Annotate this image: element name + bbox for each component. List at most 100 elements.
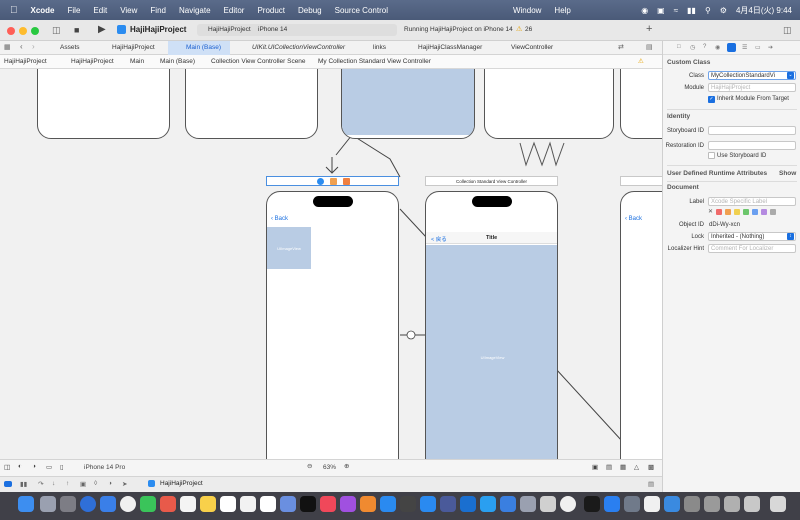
sidebar-toggle-icon[interactable]: ◫ (52, 25, 61, 36)
location-icon[interactable]: ➤ (122, 480, 127, 488)
help-inspector-icon[interactable]: ? (703, 44, 706, 50)
warning-icon[interactable]: ⚠ (516, 25, 522, 33)
podcasts-icon[interactable] (340, 496, 356, 512)
menu-source-control[interactable]: Source Control (335, 6, 388, 15)
swatch-gray[interactable] (770, 209, 777, 215)
attributes-inspector-icon[interactable]: ☰ (742, 44, 747, 51)
menu-help[interactable]: Help (554, 6, 570, 15)
app-store-icon[interactable] (420, 496, 436, 512)
identity-inspector-icon[interactable] (727, 43, 736, 52)
first-responder-icon[interactable] (330, 178, 337, 185)
scene2-phone[interactable]: < 戻る Title UIImageView (425, 191, 558, 459)
connections-inspector-icon[interactable]: ➔ (768, 44, 773, 51)
scene-top-3-imageview[interactable] (342, 69, 474, 135)
scene2-imageview[interactable]: UIImageView (426, 245, 557, 459)
back-button[interactable]: ‹ Back (271, 216, 288, 222)
swatch-blue[interactable] (752, 209, 759, 215)
size-inspector-icon[interactable]: ▭ (755, 44, 761, 51)
menu-edit[interactable]: Edit (93, 6, 107, 15)
debug-target[interactable]: HajiHajiProject (160, 480, 203, 487)
inherit-checkbox[interactable]: ✓ (708, 96, 715, 103)
jump-warning-icon[interactable]: ⚠ (638, 55, 644, 69)
scene1-phone[interactable]: ‹ Back UIImageView (266, 191, 399, 459)
messages-icon[interactable] (140, 496, 156, 512)
accessibility-inspector-icon[interactable]: ◉ (715, 44, 720, 51)
minimize-button[interactable] (19, 27, 27, 35)
trash-icon[interactable] (770, 496, 786, 512)
launchpad-icon[interactable] (40, 496, 56, 512)
vscode-icon[interactable] (460, 496, 476, 512)
jump-project[interactable]: HajiHajiProject (4, 55, 47, 69)
system-settings-icon[interactable] (60, 496, 76, 512)
scene-top-5[interactable] (620, 69, 662, 139)
scene3-dock[interactable] (620, 176, 662, 186)
step-in-icon[interactable]: ↓ (52, 480, 55, 487)
scene-top-1[interactable] (37, 69, 170, 139)
jump-scene[interactable]: Collection View Controller Scene (211, 55, 306, 69)
zoom-app-icon[interactable] (604, 496, 620, 512)
update-frames-icon[interactable]: ▣ (592, 463, 598, 471)
history-inspector-icon[interactable]: ◷ (690, 44, 695, 51)
menu-product[interactable]: Product (257, 6, 285, 15)
jump-folder[interactable]: HajiHajiProject (71, 55, 114, 69)
module-field[interactable]: HajiHajiProject (708, 83, 796, 92)
menu-navigate[interactable]: Navigate (179, 6, 211, 15)
document-outline-icon[interactable]: ◫ (4, 463, 10, 471)
embed-icon[interactable]: ▩ (648, 463, 654, 471)
xcode-dock-icon[interactable] (380, 496, 396, 512)
zoom-button[interactable] (31, 27, 39, 35)
jump-controller[interactable]: My Collection Standard View Controller (318, 55, 431, 69)
downloads-icon[interactable] (664, 496, 680, 512)
label-field[interactable]: Xcode Specific Label (708, 197, 796, 206)
swatch-red[interactable] (716, 209, 723, 215)
scene1-dock[interactable] (266, 176, 399, 186)
wifi-icon[interactable]: ≈ (674, 6, 678, 15)
scene1-imageview[interactable]: UIImageView (267, 227, 311, 269)
add-icon[interactable]: + (646, 23, 652, 35)
safari-icon[interactable] (80, 496, 96, 512)
scene3-phone[interactable]: ‹ Back (620, 191, 662, 459)
class-dropdown-icon[interactable]: ⌄ (787, 72, 794, 79)
split-editor-icon[interactable]: ⇄ (618, 43, 624, 51)
step-out-icon[interactable]: ↑ (66, 480, 69, 487)
instruments-icon[interactable] (400, 496, 416, 512)
swatch-green[interactable] (743, 209, 750, 215)
tab-project[interactable]: HajiHajiProject (98, 41, 166, 55)
menu-debug[interactable]: Debug (298, 6, 322, 15)
keynote-icon[interactable] (280, 496, 296, 512)
preview-icon[interactable] (520, 496, 536, 512)
editor-options-icon[interactable]: ▤ (646, 43, 653, 51)
books-icon[interactable] (360, 496, 376, 512)
scene3-back-button[interactable]: ‹ Back (625, 216, 642, 222)
textedit-icon[interactable] (540, 496, 556, 512)
scene-top-4[interactable] (484, 69, 614, 139)
zoom-out-icon[interactable]: ⊖ (307, 462, 312, 470)
dark-mode-icon[interactable]: ◑ (32, 463, 36, 470)
record-icon[interactable]: ◉ (641, 6, 648, 15)
reminders-icon[interactable] (240, 496, 256, 512)
forward-arrow-icon[interactable]: › (32, 42, 35, 51)
storyboard-id-field[interactable] (708, 126, 796, 135)
window-thumb-4-icon[interactable] (744, 496, 760, 512)
warning-count[interactable]: 26 (525, 26, 532, 33)
tab-viewcontroller[interactable]: ViewController (498, 41, 562, 55)
window-thumb-3-icon[interactable] (724, 496, 740, 512)
menu-app[interactable]: Xcode (31, 6, 55, 15)
environment-icon[interactable]: ◑ (108, 480, 112, 487)
contacts-icon[interactable] (180, 496, 196, 512)
scheme-name[interactable]: HajiHajiProject (208, 26, 251, 33)
menu-find[interactable]: Find (150, 6, 166, 15)
apple-icon[interactable]:  (10, 5, 18, 16)
view-debugger-icon[interactable]: ▣ (80, 480, 86, 488)
memory-graph-icon[interactable]: ◊ (94, 480, 97, 487)
zoom-level[interactable]: 63% (323, 464, 336, 471)
document-icon[interactable] (644, 496, 660, 512)
pause-icon[interactable]: ▮▮ (20, 480, 27, 488)
music-icon[interactable] (320, 496, 336, 512)
debug-area-toggle[interactable] (4, 481, 12, 487)
tab-links[interactable]: links (360, 41, 394, 55)
photos-icon[interactable] (160, 496, 176, 512)
size-icon[interactable]: ▯ (60, 463, 64, 471)
jump-main[interactable]: Main (130, 55, 144, 69)
window-thumb-icon[interactable] (684, 496, 700, 512)
